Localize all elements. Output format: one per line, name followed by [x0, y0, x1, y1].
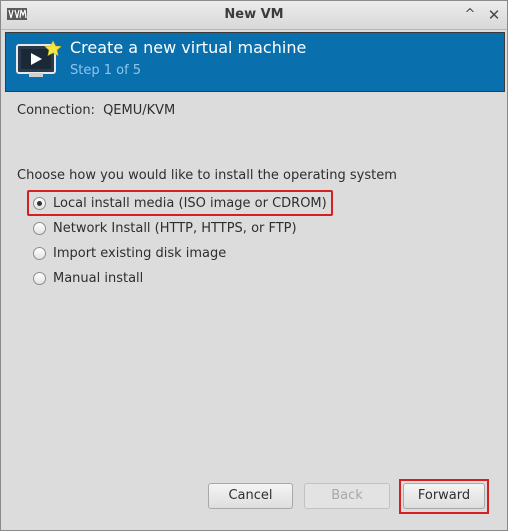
- connection-label: Connection:: [17, 103, 95, 118]
- titlebar[interactable]: New VM ^ ✕: [1, 1, 507, 30]
- radio-network-install[interactable]: Network Install (HTTP, HTTPS, or FTP): [33, 218, 297, 238]
- wizard-header: Create a new virtual machine Step 1 of 5: [5, 32, 505, 92]
- radio-label[interactable]: Manual install: [53, 271, 143, 286]
- close-icon[interactable]: ✕: [485, 6, 503, 24]
- radio-button[interactable]: [33, 246, 46, 260]
- connection-info: Connection: QEMU/KVM: [17, 103, 175, 118]
- window-title: New VM: [224, 7, 284, 22]
- radio-import-disk[interactable]: Import existing disk image: [33, 243, 226, 263]
- connection-value: QEMU/KVM: [103, 103, 176, 118]
- highlight-box: [27, 190, 333, 216]
- highlight-box: [399, 479, 489, 514]
- radio-manual-install[interactable]: Manual install: [33, 268, 143, 288]
- radio-button[interactable]: [33, 221, 46, 235]
- cancel-button[interactable]: Cancel: [208, 483, 293, 509]
- new-vm-monitor-icon: [15, 39, 63, 85]
- back-button[interactable]: Back: [304, 483, 390, 509]
- radio-label[interactable]: Import existing disk image: [53, 246, 226, 261]
- radio-button[interactable]: [33, 271, 46, 285]
- radio-label[interactable]: Network Install (HTTP, HTTPS, or FTP): [53, 221, 297, 236]
- wizard-step: Step 1 of 5: [70, 63, 142, 78]
- install-prompt: Choose how you would like to install the…: [17, 168, 397, 183]
- wizard-title: Create a new virtual machine: [70, 38, 307, 57]
- new-vm-window: New VM ^ ✕ Create a new virtual machine …: [0, 0, 508, 531]
- maximize-icon[interactable]: ^: [461, 6, 479, 24]
